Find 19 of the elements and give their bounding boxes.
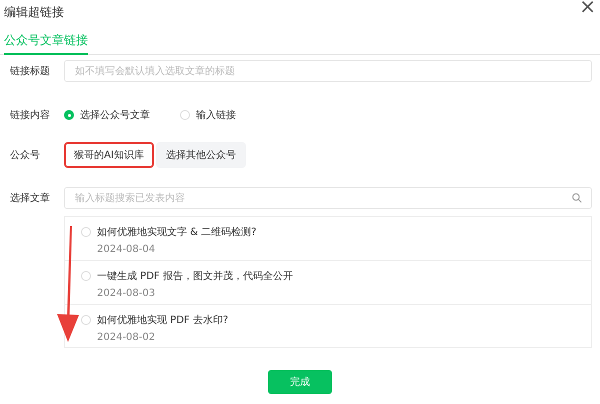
field-label: 公众号	[10, 149, 41, 162]
field-label: 选择文章	[10, 192, 51, 205]
close-button[interactable]: ×	[579, 0, 596, 14]
title-input-field[interactable]: 如不填写会默认填入选取文章的标题	[64, 60, 592, 82]
article-date: 2024-08-04	[97, 244, 156, 255]
search-icon	[572, 193, 582, 203]
article-title[interactable]: 一键生成 PDF 报告，图文并茂，代码全公开	[97, 269, 293, 283]
search-field[interactable]: 输入标题搜索已发表内容	[64, 187, 592, 209]
account-button[interactable]: 选择其他公众号	[156, 142, 246, 168]
radio-label[interactable]: 输入链接	[196, 108, 236, 122]
dialog-title: 编辑超链接	[4, 4, 64, 21]
radio-label[interactable]: 选择公众号文章	[80, 108, 150, 122]
article-title[interactable]: 如何优雅地实现 PDF 去水印?	[97, 313, 228, 327]
article-date: 2024-08-03	[97, 288, 156, 299]
field-label: 链接标题	[10, 64, 51, 78]
article-title[interactable]: 如何优雅地实现文字 & 二维码检测?	[97, 225, 256, 239]
field-label: 链接内容	[10, 108, 51, 122]
radio-button[interactable]	[64, 110, 74, 120]
article-date: 2024-08-02	[97, 332, 156, 343]
